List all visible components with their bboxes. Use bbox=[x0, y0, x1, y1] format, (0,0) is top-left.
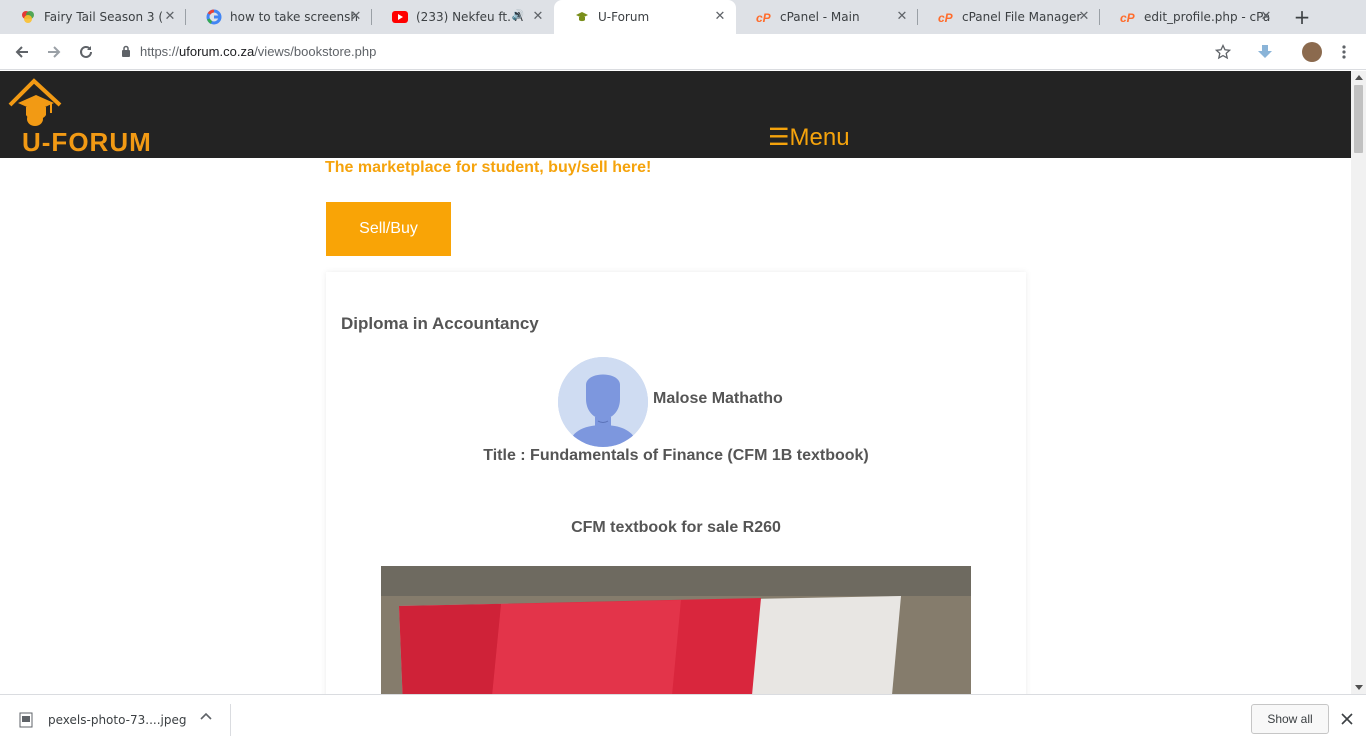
close-icon[interactable]: ✕ bbox=[1258, 9, 1274, 25]
bookmark-star-icon[interactable] bbox=[1215, 44, 1231, 60]
lock-icon[interactable] bbox=[121, 45, 131, 57]
close-icon[interactable]: ✕ bbox=[348, 9, 364, 25]
tab-cpanel-main[interactable]: cP cPanel - Main ✕ bbox=[736, 0, 918, 34]
arrow-right-icon bbox=[48, 46, 61, 58]
course-heading: Diploma in Accountancy bbox=[341, 314, 539, 333]
profile-avatar[interactable] bbox=[1302, 42, 1322, 62]
close-icon[interactable]: ✕ bbox=[1076, 9, 1092, 25]
tab-youtube[interactable]: (233) Nekfeu ft. A 🔊 ✕ bbox=[372, 0, 554, 34]
more-menu-icon[interactable] bbox=[1340, 44, 1348, 60]
textbook-image bbox=[381, 566, 971, 694]
listing-card: Diploma in Accountancy Malose Mathatho T… bbox=[326, 272, 1026, 694]
tab-cpanel-file-manager[interactable]: cP cPanel File Manager ✕ bbox=[918, 0, 1100, 34]
close-icon[interactable]: ✕ bbox=[530, 9, 546, 25]
reload-icon bbox=[80, 45, 92, 58]
svg-text:cP: cP bbox=[1120, 11, 1136, 23]
cpanel-icon: cP bbox=[938, 9, 954, 25]
downloads-bar: pexels-photo-73....jpeg Show all bbox=[0, 694, 1366, 744]
tab-google-search[interactable]: how to take screensh ✕ bbox=[186, 0, 372, 34]
svg-text:cP: cP bbox=[938, 11, 954, 23]
seller-avatar[interactable] bbox=[558, 357, 648, 447]
youtube-icon bbox=[392, 9, 408, 25]
tab-fairy-tail[interactable]: Fairy Tail Season 3 ( ✕ bbox=[0, 0, 186, 34]
close-icon[interactable] bbox=[1340, 712, 1354, 726]
scrollbar-thumb[interactable] bbox=[1354, 85, 1363, 153]
site-header: U-FORUM ☰Menu bbox=[0, 71, 1351, 158]
tab-strip: Fairy Tail Season 3 ( ✕ how to take scre… bbox=[0, 0, 1366, 34]
address-bar[interactable]: https://uforum.co.za/views/bookstore.php bbox=[140, 44, 376, 59]
book-photo[interactable] bbox=[381, 566, 971, 694]
close-icon[interactable]: ✕ bbox=[894, 9, 910, 25]
page-scrollbar[interactable] bbox=[1351, 71, 1366, 694]
colorful-favicon-icon bbox=[20, 9, 36, 25]
back-button[interactable] bbox=[12, 42, 32, 62]
download-item[interactable]: pexels-photo-73....jpeg bbox=[18, 708, 186, 732]
url-host: uforum.co.za bbox=[179, 44, 255, 59]
uforum-icon bbox=[574, 9, 590, 25]
svg-text:cP: cP bbox=[756, 11, 772, 23]
scroll-up-arrow-icon[interactable] bbox=[1355, 75, 1363, 80]
url-prefix: https:// bbox=[140, 44, 180, 59]
google-icon bbox=[206, 9, 222, 25]
tab-edit-profile[interactable]: cP edit_profile.php - cPa ✕ bbox=[1100, 0, 1282, 34]
download-icon[interactable] bbox=[1256, 43, 1274, 61]
speaker-icon[interactable]: 🔊 bbox=[512, 10, 524, 21]
arrow-left-icon bbox=[15, 46, 28, 58]
tagline: The marketplace for student, buy/sell he… bbox=[325, 159, 652, 176]
book-title: Title : Fundamentals of Finance (CFM 1B … bbox=[483, 447, 869, 464]
url-path: /views/bookstore.php bbox=[254, 44, 377, 59]
cpanel-icon: cP bbox=[1120, 9, 1136, 25]
seller-name[interactable]: Malose Mathatho bbox=[653, 390, 783, 408]
browser-toolbar: https://uforum.co.za/views/bookstore.php bbox=[0, 34, 1366, 70]
image-file-icon bbox=[19, 712, 33, 728]
reload-button[interactable] bbox=[76, 42, 96, 62]
logo-text: U-FORUM bbox=[22, 127, 152, 157]
scroll-down-arrow-icon[interactable] bbox=[1355, 685, 1363, 690]
tab-uforum[interactable]: U-Forum ✕ bbox=[554, 0, 736, 34]
cpanel-icon: cP bbox=[756, 9, 772, 25]
close-icon[interactable]: ✕ bbox=[712, 9, 728, 25]
book-description: CFM textbook for sale R260 bbox=[571, 519, 781, 536]
forward-button[interactable] bbox=[44, 42, 64, 62]
sell-buy-button[interactable]: Sell/Buy bbox=[326, 202, 451, 256]
menu-button[interactable]: ☰Menu bbox=[768, 123, 850, 152]
new-tab-button[interactable]: + bbox=[1292, 7, 1312, 27]
close-icon[interactable]: ✕ bbox=[162, 9, 178, 25]
divider bbox=[230, 704, 231, 736]
download-file-name: pexels-photo-73....jpeg bbox=[48, 713, 187, 727]
chevron-up-icon[interactable] bbox=[200, 712, 212, 720]
show-all-button[interactable]: Show all bbox=[1251, 704, 1329, 734]
user-silhouette-icon bbox=[558, 357, 648, 447]
page-viewport: U-FORUM ☰Menu The marketplace for studen… bbox=[0, 71, 1351, 694]
